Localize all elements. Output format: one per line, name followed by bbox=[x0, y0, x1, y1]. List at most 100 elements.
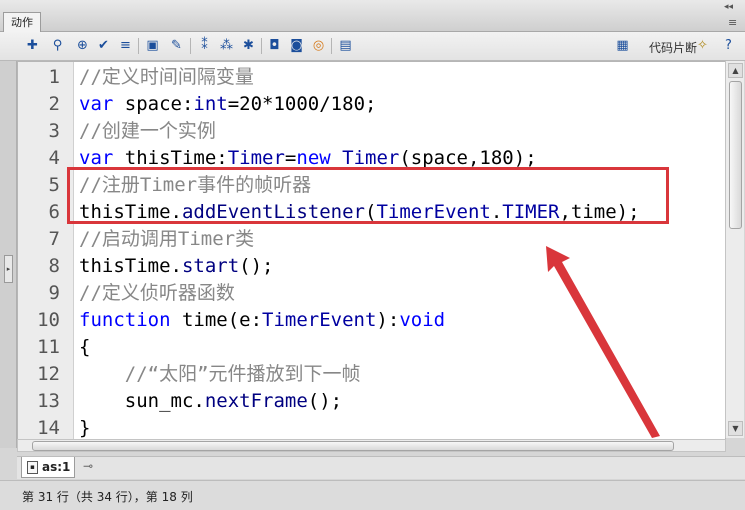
code-token: //注册Timer事件的帧听器 bbox=[79, 174, 312, 196]
line-number: 14 bbox=[37, 417, 60, 439]
code-text: //“太阳”元件播放到下一帧 bbox=[79, 361, 361, 388]
code-token: //启动调用Timer类 bbox=[79, 228, 255, 250]
code-line[interactable]: 1 //定义时间间隔变量 bbox=[18, 64, 725, 91]
script-tab[interactable]: ▪ as:1 bbox=[21, 457, 76, 478]
script-tab-label: as:1 bbox=[42, 460, 71, 474]
annotation-arrow-icon bbox=[546, 246, 660, 438]
apply-block-comment-icon[interactable]: ◘ bbox=[266, 37, 283, 54]
remove-comment-icon[interactable]: ◎ bbox=[310, 37, 327, 54]
scroll-down-icon[interactable]: ▼ bbox=[728, 421, 743, 436]
script-file-icon: ▪ bbox=[27, 461, 38, 474]
code-line[interactable]: 5 //注册Timer事件的帧听器 bbox=[18, 172, 725, 199]
code-token: Timer bbox=[227, 147, 285, 169]
code-token: sun_mc. bbox=[79, 390, 205, 412]
code-token: Timer bbox=[342, 147, 400, 169]
pin-icon[interactable]: ⊸ bbox=[83, 459, 93, 473]
code-text: sun_mc.nextFrame(); bbox=[79, 388, 342, 415]
code-token: { bbox=[79, 336, 91, 358]
line-number: 8 bbox=[48, 255, 60, 277]
line-number: 7 bbox=[48, 228, 60, 250]
code-text: var thisTime:Timer=new Timer(space,180); bbox=[79, 145, 537, 172]
code-token: } bbox=[79, 417, 91, 439]
code-token: int bbox=[193, 93, 228, 115]
collapse-selection-icon[interactable]: ⁂ bbox=[218, 37, 235, 54]
code-snippets-label[interactable]: 代码片断 bbox=[649, 39, 697, 56]
code-token: (); bbox=[307, 390, 343, 412]
toggle-toolbox-arrow-icon[interactable]: ▸ bbox=[4, 255, 13, 283]
actions-toolbar: ✚ ⚲ ⊕ ✔ ≡ ▣ ✎ ⁑ ⁂ ✱ ◘ ◙ ◎ ▤ ▦ 代码片断 ✧ ? bbox=[0, 32, 745, 61]
collapse-panel-icon[interactable]: ◂◂ bbox=[724, 2, 733, 12]
find-icon[interactable]: ⚲ bbox=[49, 37, 66, 54]
code-token: start bbox=[181, 255, 240, 277]
code-text: //注册Timer事件的帧听器 bbox=[79, 172, 311, 199]
show-hide-toolbox-icon[interactable]: ▤ bbox=[337, 37, 354, 54]
code-text: //定义时间间隔变量 bbox=[79, 64, 254, 91]
toolbox-strip: ▸ bbox=[0, 61, 17, 448]
code-token: //创建一个实例 bbox=[79, 120, 216, 142]
code-token: ): bbox=[376, 309, 400, 331]
code-line[interactable]: 4 var thisTime:Timer=new Timer(space,180)… bbox=[18, 145, 725, 172]
help-icon[interactable]: ? bbox=[720, 37, 737, 54]
code-token: new bbox=[296, 147, 331, 169]
code-token: void bbox=[399, 309, 446, 331]
add-statement-icon[interactable]: ✚ bbox=[24, 37, 41, 54]
vertical-scrollbar[interactable]: ▲ ▼ bbox=[725, 61, 744, 438]
cursor-position-status: 第 31 行（共 34 行），第 18 列 bbox=[22, 490, 193, 504]
status-bar: 第 31 行（共 34 行），第 18 列 bbox=[0, 480, 745, 510]
line-number: 5 bbox=[48, 174, 60, 196]
line-number: 6 bbox=[48, 201, 60, 223]
panel-titlebar: 动作 ◂◂ ≡ bbox=[0, 0, 745, 32]
check-syntax-icon[interactable]: ✔ bbox=[95, 37, 112, 54]
magic-wand-icon[interactable]: ✧ bbox=[694, 37, 711, 54]
code-snippets-icon[interactable]: ▦ bbox=[614, 37, 631, 54]
code-token: = bbox=[284, 147, 297, 169]
collapse-between-braces-icon[interactable]: ⁑ bbox=[196, 37, 213, 54]
panel-menu-icon[interactable]: ≡ bbox=[728, 16, 737, 29]
code-token: var bbox=[79, 93, 114, 115]
line-number: 3 bbox=[48, 120, 60, 142]
code-line[interactable]: 3 //创建一个实例 bbox=[18, 118, 725, 145]
code-line[interactable]: 2 var space:int=20*1000/180; bbox=[18, 91, 725, 118]
code-text: } bbox=[79, 415, 91, 439]
code-text: { bbox=[79, 334, 90, 361]
line-number: 2 bbox=[48, 93, 60, 115]
line-number: 11 bbox=[37, 336, 60, 358]
code-text: var space:int=20*1000/180; bbox=[79, 91, 376, 118]
code-token: //定义时间间隔变量 bbox=[79, 66, 254, 88]
line-number: 4 bbox=[48, 147, 60, 169]
apply-line-comment-icon[interactable]: ◙ bbox=[288, 37, 305, 54]
code-token: =20*1000/180; bbox=[227, 93, 377, 115]
line-number: 13 bbox=[37, 390, 60, 412]
code-token: function bbox=[79, 309, 171, 331]
debug-options-icon[interactable]: ✎ bbox=[168, 37, 185, 54]
vertical-scroll-thumb[interactable] bbox=[729, 81, 742, 229]
target-path-icon[interactable]: ⊕ bbox=[74, 37, 91, 54]
code-token: thisTime. bbox=[79, 255, 182, 277]
code-token: (space,180); bbox=[399, 147, 537, 169]
code-token: (); bbox=[239, 255, 274, 277]
code-token: . bbox=[490, 201, 503, 223]
code-token: space: bbox=[113, 93, 194, 115]
line-number: 10 bbox=[37, 309, 60, 331]
code-token: thisTime: bbox=[113, 147, 228, 169]
scroll-up-icon[interactable]: ▲ bbox=[728, 63, 743, 78]
code-token: //定义侦听器函数 bbox=[79, 282, 235, 304]
code-token: nextFrame bbox=[204, 390, 308, 412]
code-line[interactable]: 6 thisTime.addEventListener(TimerEvent.TI… bbox=[18, 199, 725, 226]
line-number: 9 bbox=[48, 282, 60, 304]
code-hint-icon[interactable]: ▣ bbox=[144, 37, 161, 54]
code-token: //“太阳”元件播放到下一帧 bbox=[124, 363, 361, 385]
code-token: TimerEvent bbox=[376, 201, 491, 223]
line-number: 12 bbox=[37, 363, 60, 385]
code-token: ( bbox=[364, 201, 377, 223]
panel-tab-actions[interactable]: 动作 bbox=[3, 12, 41, 32]
expand-all-icon[interactable]: ✱ bbox=[240, 37, 257, 54]
horizontal-scrollbar[interactable] bbox=[17, 439, 726, 452]
code-token: ,time); bbox=[559, 201, 640, 223]
auto-format-icon[interactable]: ≡ bbox=[117, 37, 134, 54]
code-token: addEventListener bbox=[181, 201, 365, 223]
code-text: //创建一个实例 bbox=[79, 118, 216, 145]
horizontal-scroll-thumb[interactable] bbox=[32, 441, 674, 451]
